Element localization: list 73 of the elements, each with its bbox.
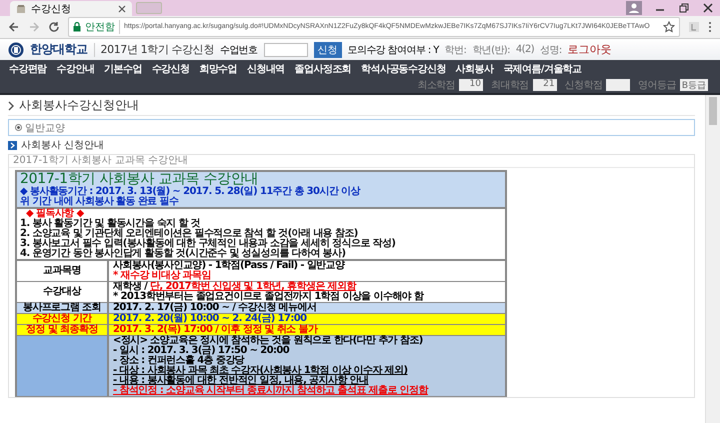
credit-label: 최소학점 xyxy=(417,79,455,92)
course-number-label: 수업번호 xyxy=(220,44,258,56)
credit-label: 최대학점 xyxy=(490,79,529,92)
mock-status-text: 모의수강 참여여부 : Y xyxy=(348,44,439,56)
row-text: - 내용 : 봉사활동에 대한 전반적인 일정, 내용, 공지사항 안내 xyxy=(113,376,368,386)
credit-field: B등급 xyxy=(680,79,708,91)
radio-label[interactable]: 일반교양 xyxy=(25,120,65,134)
close-icon[interactable] xyxy=(118,4,126,12)
star-icon[interactable] xyxy=(663,21,675,33)
row-text: 사회봉사(봉사인교양) - 1학점(Pass / Fail) - 일반교양 xyxy=(113,261,346,271)
logout-link[interactable]: 로그아웃 xyxy=(568,42,612,57)
page-icon xyxy=(16,4,26,14)
nav-item[interactable]: 신청내역 xyxy=(242,61,290,77)
row-text: - 대상 : 사회봉사 과목 최초 수강자(사회봉사 1학점 이상 이수자 제외) xyxy=(113,366,408,376)
grade-label: 학년(반): xyxy=(472,44,510,56)
nav-item[interactable]: 수강편람 xyxy=(4,61,52,77)
nav-item[interactable]: 수강안내 xyxy=(52,61,100,77)
nav-item[interactable]: 사회봉사 xyxy=(450,61,498,77)
nav-item[interactable]: 국제여름/겨울학교 xyxy=(498,61,587,77)
lock-icon xyxy=(73,22,81,32)
row-text: 2017. 2. 20(월) 10:00 ~ 2. 24(금) 17:00 xyxy=(113,314,308,324)
grade-value: 4(2) xyxy=(516,44,534,55)
browser-tab[interactable]: 수강신청 xyxy=(10,1,132,16)
chevron-square-icon xyxy=(8,140,17,150)
must-read-item: 2. 소양교육 및 기관단체 오리엔테이션은 필수적으로 참석 할 것(아래 내용 참조) xyxy=(20,229,358,239)
menu-icon[interactable] xyxy=(708,21,712,33)
nav-item[interactable]: 기본수업 xyxy=(99,61,147,77)
row-text: * 재수강 비대상 과목임 xyxy=(113,271,212,281)
scrollbar[interactable] xyxy=(705,95,720,423)
nav-item[interactable]: 졸업사정조회 xyxy=(290,61,356,77)
credit-label: 신청학점 xyxy=(564,79,602,92)
credit-label: 영어등급 xyxy=(638,79,676,92)
apply-button[interactable]: 신청 xyxy=(314,42,342,58)
nav-item[interactable]: 수강신청 xyxy=(146,61,194,77)
nav-item[interactable]: 학석사공동수강신청 xyxy=(356,61,451,77)
name-label: 성명: xyxy=(540,44,562,56)
chevron-icon xyxy=(8,100,14,110)
section-heading: 사회봉사 신청안내 xyxy=(21,139,104,152)
notice-title: 2017-1학기 사회봉사 교과목 수강안내 xyxy=(20,172,260,187)
row-text: * 2013학번부터는 졸업요건이므로 졸업전까지 1학점 이상을 이수해야 함 xyxy=(113,292,425,302)
restore-icon[interactable] xyxy=(678,2,690,14)
credit-field xyxy=(606,79,630,91)
tab-title: 수강신청 xyxy=(31,2,72,16)
row-text: 2017. 2. 17(금) 10:00 ~ / 수강신청 메뉴에서 xyxy=(113,303,318,313)
notice-line: ◆ 봉사활동기간 : 2017. 3. 13(월) ~ 2017. 5. 28(일) 11주간 총 30시간 이상 xyxy=(20,187,362,197)
must-read-item: 1. 봉사 활동기간 및 활동시간을 숙지 할 것 xyxy=(20,219,200,229)
nav-item[interactable]: 희망수업 xyxy=(194,61,242,77)
course-number-field[interactable] xyxy=(264,42,308,56)
university-logo: 한양대학교 xyxy=(30,41,88,58)
row-text: - 장소 : 컨퍼런스홀 4층 중강당 xyxy=(113,356,244,366)
back-icon[interactable] xyxy=(8,21,20,33)
row-text: <정시> 소양교육은 정시에 참석하는 것을 원칙으로 한다(다만 추가 참조) xyxy=(113,336,424,346)
notice-line: 위 기간 내에 사회봉사 활동 완료 필수 xyxy=(20,197,180,207)
reload-icon[interactable] xyxy=(48,21,60,33)
must-read-item: 3. 봉사보고서 필수 입력(봉사활동에 대한 구체적인 내용과 소감을 세세히 정식으로 작성) xyxy=(20,239,396,249)
user-icon[interactable] xyxy=(626,1,642,15)
notice-caption: 2017-1학기 사회봉사 교과목 수강안내 xyxy=(9,155,694,168)
security-label: 안전함 xyxy=(85,20,120,34)
row-text: 2017. 3. 2(목) 17:00 / 이후 정정 및 취소 불가 xyxy=(113,325,319,335)
must-read-heading: ◆ 필독사항 ◆ xyxy=(26,209,84,219)
close-icon[interactable] xyxy=(702,2,714,14)
credit-field: 21 xyxy=(532,79,557,91)
radio-button[interactable] xyxy=(15,124,22,131)
university-emblem-icon xyxy=(8,42,24,58)
extension-icon[interactable] xyxy=(688,21,700,33)
credit-field: 10 xyxy=(458,79,483,91)
row-text: - 일시 : 2017. 3. 3(금) 17:50 ~ 20:00 xyxy=(113,346,290,356)
row-text: 재학생 / 단, 2017학번 신입생 및 1학년, 휴학생은 제외함 xyxy=(113,282,356,292)
page-heading: 2017년 1학기 수강신청 xyxy=(100,42,214,57)
row-text: - 참석인정 : 소양교육 시작부터 종료시까지 참석하고 출석표 제출로 인정함 xyxy=(113,386,430,396)
must-read-item: 4. 운영기간 동안 봉사인답게 활동할 것(시간준수 및 성실성의를 다하여 봉사) xyxy=(20,249,346,259)
student-id-label: 학번: xyxy=(444,44,466,56)
page-title: 사회봉사수강신청안내 xyxy=(19,97,139,114)
